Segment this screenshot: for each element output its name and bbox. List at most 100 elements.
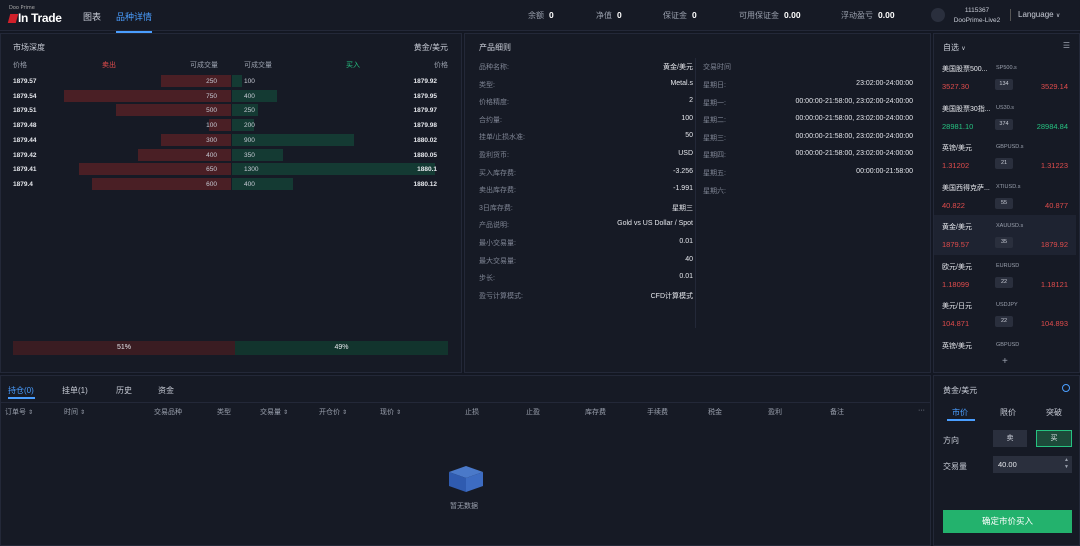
sell-ratio-label: 51% [116,344,131,351]
spread-badge: 134 [995,79,1013,90]
col-order-id[interactable]: 订单号 ⇕ [5,407,33,417]
bid-price: 1879.41 [13,166,37,174]
ask-price: 1880.02 [413,136,438,144]
spec-value: -1.991 [673,185,693,193]
product-spec-panel: 产品细则 交易时间 品种名称: 黄金/美元 类型: Metal.s 价格精度: 2 合约量:… [464,33,931,373]
buy-volume: 350 [244,151,255,159]
bid-price: 104.871 [942,319,970,328]
stat-equity: 净值 0 [596,10,622,20]
tab-funds[interactable]: 资金 [158,385,174,396]
sell-volume: 250 [206,78,217,85]
sell-volume: 300 [206,136,217,144]
buy-ratio-label: 49% [334,344,349,351]
ask-price: 40.877 [1045,200,1068,210]
depth-row: 1879.41 650 1300 1880.1 [1,162,449,176]
ask-price: 1.31223 [1040,161,1068,170]
hours: 00:00:00-21:58:00, 23:02:00-24:00:00 [795,132,913,140]
spread-badge: 22 [995,316,1013,327]
watchlist-item[interactable]: 欧元/美元 EURUSD 1.18099 22 1.18121 [934,255,1076,295]
bid-price: 28981.10 [942,121,974,131]
sell-volume: 650 [206,166,217,174]
submit-market-buy-button[interactable]: 确定市价买入 [943,510,1072,533]
spec-key: 产品说明: [479,222,509,230]
col-volume[interactable]: 交易量 ⇕ [260,407,288,417]
watchlist-item[interactable]: 美国股票500... SP500.s 3527.30 134 3529.14 [934,57,1076,97]
symbol-code: EURUSD [996,262,1020,269]
bid-price: 1.31202 [942,161,970,170]
watchlist-item[interactable]: 英镑/美元 GBPUSD [934,334,1076,374]
watchlist-panel: 自选 ∨ ☰ 美国股票500... SP500.s 3527.30 134 3529.1… [933,33,1080,373]
col-symbol: 交易品种 [154,409,182,416]
info-icon[interactable] [1062,384,1070,392]
bid-price: 1879.48 [13,122,37,130]
tab-limit[interactable]: 限价 [1000,407,1016,418]
symbol-code: GBPUSD [996,341,1020,348]
stepper-icon[interactable]: ▲ ▼ [1064,457,1069,471]
col-take-profit: 止盈 [526,409,540,416]
language-selector[interactable]: Language ∨ [1018,10,1060,19]
buy-button[interactable]: 买 [1036,430,1072,447]
spec-key: 价格精度: [479,99,509,107]
bid-price: 1879.51 [13,107,37,115]
sell-volume: 100 [206,122,217,130]
sell-button[interactable]: 卖 [993,430,1027,447]
tab-pending[interactable]: 挂单(1) [62,385,88,396]
watchlist-item[interactable]: 英镑/美元 GBPUSD.s 1.31202 21 1.31223 [934,136,1076,176]
tab-history[interactable]: 历史 [116,385,132,396]
language-label: Language [1018,10,1054,19]
more-columns-icon[interactable]: ··· [918,407,925,414]
watchlist-item[interactable]: 美国西得克萨... XTIUSD.s 40.822 55 40.877 [934,176,1076,216]
volume-input[interactable]: 40.00 ▲ ▼ [993,456,1072,473]
buy-volume: 100 [244,78,255,85]
sell-volume: 500 [206,107,217,115]
bid-price: 1879.57 [13,78,37,85]
weekday: 星期五: [703,170,726,177]
spec-key: 3日库存费: [479,204,513,212]
col-price: 价格 [13,62,27,69]
watchlist-item[interactable]: 美国股票30指... US30.s 28981.10 374 28984.84 [934,97,1076,137]
bid-price: 1.18099 [942,279,970,289]
buy-volume-bar [232,75,242,87]
col-commission: 手续费 [647,409,668,416]
nav-symbol-detail[interactable]: 品种详情 [116,10,153,33]
sell-volume: 600 [206,180,217,188]
col-current-price[interactable]: 现价 ⇕ [380,407,401,417]
buy-volume-bar [232,177,293,190]
depth-row: 1879.42 400 350 1880.05 [1,148,449,162]
active-tab-indicator [947,419,975,421]
nav-chart[interactable]: 图表 [83,10,101,23]
list-view-icon[interactable]: ☰ [1063,41,1070,50]
stat-margin: 保证金 0 [663,10,697,20]
account-info[interactable]: 1115367 DooPrime-Live2 [952,6,1002,26]
col-sell: 卖出 [102,62,116,69]
account-server: DooPrime-Live2 [953,17,1001,24]
top-bar: Doo Prime In Trade 图表 品种详情 余额 0 净值 0 保证金 0 … [0,0,1080,33]
col-note: 备注 [830,409,844,416]
watchlist-item[interactable]: 美元/日元 USDJPY 104.871 22 104.893 [934,294,1076,334]
tab-positions[interactable]: 持仓(0) [8,385,34,396]
watchlist-title[interactable]: 自选 ∨ [943,42,966,53]
ask-price: 1879.92 [1040,240,1068,249]
hours: 00:00:00-21:58:00, 23:02:00-24:00:00 [795,115,913,123]
hours: 00:00:00-21:58:00, 23:02:00-24:00:00 [795,97,913,105]
spec-key: 品种名称: [479,64,509,71]
spec-value: 50 [685,132,693,140]
bid-price: 40.822 [942,200,965,210]
col-tax: 税金 [708,409,722,416]
symbol-code: US30.s [996,104,1015,111]
depth-row: 1879.44 300 900 1880.02 [1,133,449,147]
watchlist-item[interactable]: 黄金/美元 XAUUSD.s 1879.57 35 1879.92 [934,215,1076,255]
logo: Doo Prime In Trade [7,5,67,25]
tab-market[interactable]: 市价 [952,407,968,418]
col-open-price[interactable]: 开仓价 ⇕ [319,407,347,417]
depth-row: 1879.48 100 200 1879.98 [1,118,449,132]
ask-price: 3529.14 [1040,82,1068,91]
symbol-code: GBPUSD.s [996,144,1024,150]
col-time[interactable]: 时间 ⇕ [64,407,85,417]
avatar[interactable] [931,8,945,22]
tab-breakout[interactable]: 突破 [1046,407,1062,418]
spec-key: 卖出库存费: [479,187,516,195]
hours: 23:02:00-24:00:00 [856,80,913,87]
add-symbol-button[interactable]: + [1002,356,1008,367]
spec-key: 合约量: [479,116,502,124]
